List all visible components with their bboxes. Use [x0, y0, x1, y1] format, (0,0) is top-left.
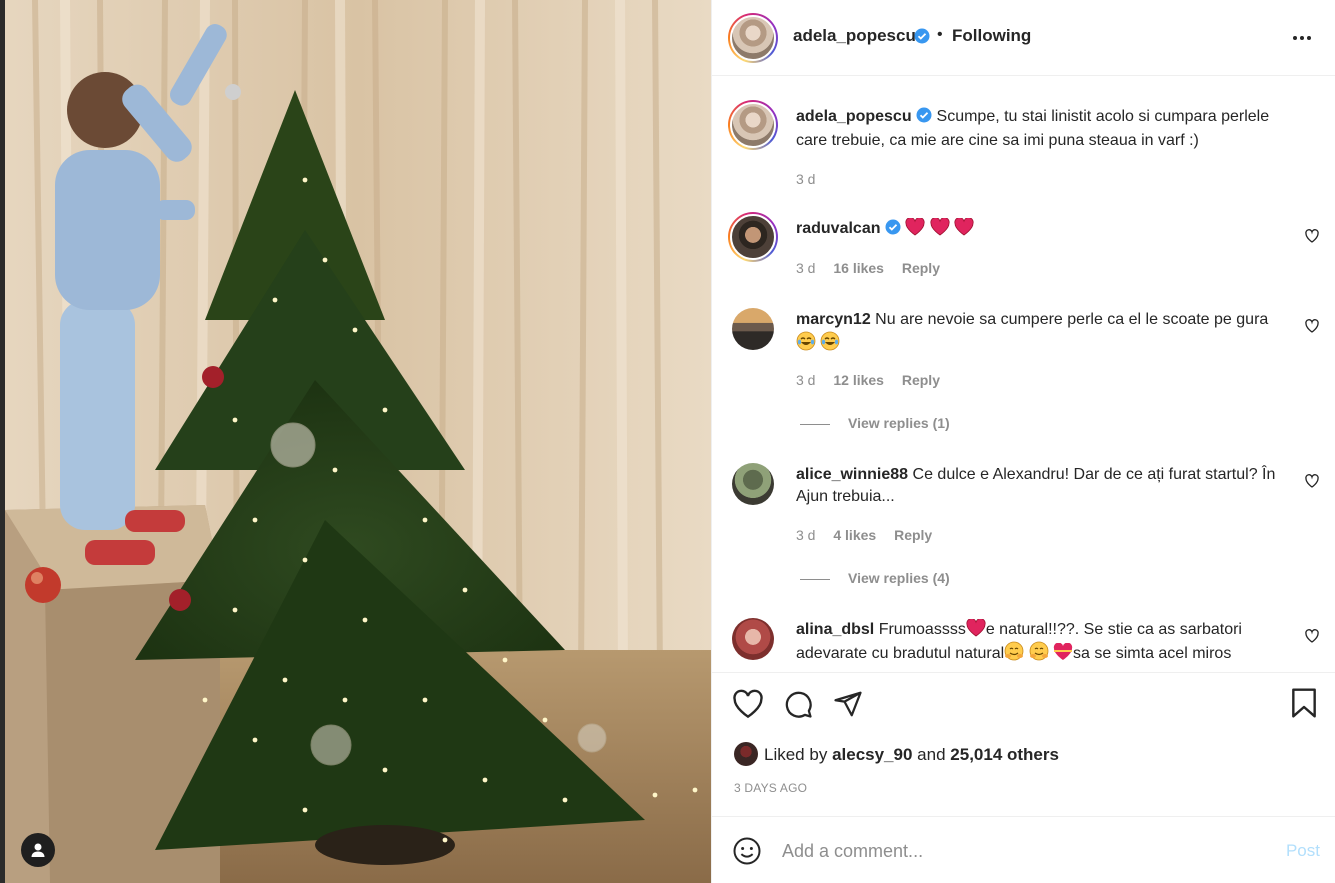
view-replies-label: View replies (4) — [848, 570, 950, 586]
likes-count[interactable]: 25,014 others — [950, 745, 1059, 764]
view-replies-button[interactable]: View replies (4) — [800, 570, 950, 586]
view-replies-button[interactable]: View replies (1) — [800, 415, 950, 431]
comment-username[interactable]: raduvalcan — [796, 220, 880, 237]
person-icon — [31, 843, 45, 857]
verified-badge-icon — [916, 107, 932, 130]
comment-meta: 3 d 4 likes Reply — [796, 527, 946, 543]
likes-prefix: Liked by — [764, 745, 828, 764]
comment-meta: 3 d 12 likes Reply — [796, 372, 954, 388]
comment-time: 3 d — [796, 527, 816, 543]
post-date[interactable]: 3 DAYS AGO — [734, 781, 807, 795]
commenter-avatar-image — [730, 214, 776, 260]
verified-badge-icon — [885, 219, 901, 242]
save-bookmark-icon[interactable] — [1290, 687, 1318, 724]
comment-time: 3 d — [796, 260, 816, 276]
comment-likes[interactable]: 4 likes — [833, 527, 876, 543]
comment-body-part-1: Frumoassss — [878, 621, 966, 638]
author-avatar[interactable] — [728, 13, 778, 63]
like-comment-heart-icon[interactable] — [1304, 228, 1320, 249]
comments-list[interactable]: adela_popescu Scumpe, tu stai linistit a… — [712, 77, 1335, 671]
likes-summary: Liked by alecsy_90 and 25,014 others — [734, 742, 1059, 766]
more-options-icon[interactable] — [1292, 28, 1312, 46]
heart-with-ribbon-emoji-icon — [1053, 643, 1073, 660]
post-photo[interactable] — [5, 0, 711, 883]
comment-username[interactable]: alina_dbsl — [796, 621, 874, 638]
replies-divider-line — [800, 423, 830, 425]
post-comment-button[interactable]: Post — [1286, 841, 1320, 861]
add-comment-bar: Post — [712, 816, 1335, 883]
post-header: adela_popescu • Following — [712, 0, 1335, 76]
hugging-face-emoji-icon — [1029, 641, 1048, 661]
caption-time: 3 d — [796, 171, 816, 187]
red-heart-emoji-icon — [954, 218, 974, 236]
author-username[interactable]: adela_popescu — [793, 26, 916, 46]
like-comment-heart-icon[interactable] — [1304, 628, 1320, 649]
commenter-avatar[interactable] — [732, 308, 774, 350]
christmas-tree-photo — [5, 0, 711, 883]
comment-body: Nu are nevoie sa cumpere perle ca el le … — [875, 311, 1269, 328]
comment-input[interactable] — [782, 837, 1252, 865]
caption-text: adela_popescu Scumpe, tu stai linistit a… — [796, 106, 1276, 152]
instagram-post-modal: adela_popescu • Following adela_popescu — [0, 0, 1335, 883]
emoji-picker-smile-icon[interactable] — [732, 836, 762, 871]
caption-author-avatar[interactable] — [728, 100, 778, 150]
share-paper-plane-icon[interactable] — [832, 689, 864, 724]
hugging-face-emoji-icon — [1004, 641, 1024, 661]
reply-button[interactable]: Reply — [902, 260, 940, 276]
verified-badge-icon — [914, 28, 930, 49]
caption-meta: 3 d — [796, 171, 829, 187]
like-comment-heart-icon[interactable] — [1304, 318, 1320, 339]
following-button[interactable]: Following — [952, 26, 1031, 46]
liker-avatar[interactable] — [734, 742, 758, 766]
post-details-panel: adela_popescu • Following adela_popescu — [711, 0, 1335, 883]
replies-divider-line — [800, 578, 830, 580]
comment-likes[interactable]: 12 likes — [833, 372, 884, 388]
caption-username[interactable]: adela_popescu — [796, 108, 912, 125]
reply-button[interactable]: Reply — [902, 372, 940, 388]
comment-text: raduvalcan — [796, 218, 1276, 242]
red-heart-emoji-icon — [966, 619, 986, 637]
tagged-users-button[interactable] — [21, 833, 55, 867]
commenter-avatar[interactable] — [732, 463, 774, 505]
comment-text: marcyn12 Nu are nevoie sa cumpere perle … — [796, 309, 1276, 355]
comment-meta: 3 d 16 likes Reply — [796, 260, 954, 276]
like-comment-heart-icon[interactable] — [1304, 473, 1320, 494]
comment-username[interactable]: alice_winnie88 — [796, 466, 908, 483]
author-avatar-image — [730, 15, 776, 61]
comment-text: alina_dbsl Frumoassss e natural!!??. Se s… — [796, 619, 1276, 665]
red-heart-emoji-icon — [930, 218, 950, 236]
comment-text: alice_winnie88 Ce dulce e Alexandru! Dar… — [796, 464, 1276, 508]
comment-body-part-3: sa se simta acel miros — [1073, 645, 1232, 662]
comment-username[interactable]: marcyn12 — [796, 311, 871, 328]
comment-time: 3 d — [796, 372, 816, 388]
tears-of-joy-emoji-icon — [821, 331, 840, 351]
comment-likes[interactable]: 16 likes — [833, 260, 884, 276]
view-replies-label: View replies (1) — [848, 415, 950, 431]
commenter-avatar[interactable] — [728, 212, 778, 262]
header-separator: • — [937, 26, 943, 43]
likes-middle: and — [917, 745, 946, 764]
reply-button[interactable]: Reply — [894, 527, 932, 543]
commenter-avatar[interactable] — [732, 618, 774, 660]
post-action-bar — [712, 672, 1335, 732]
red-heart-emoji-icon — [905, 218, 925, 236]
like-heart-icon[interactable] — [732, 689, 764, 724]
caption-author-avatar-image — [730, 102, 776, 148]
liker-username[interactable]: alecsy_90 — [832, 745, 912, 764]
comment-bubble-icon[interactable] — [782, 689, 814, 724]
tears-of-joy-emoji-icon — [796, 331, 816, 351]
